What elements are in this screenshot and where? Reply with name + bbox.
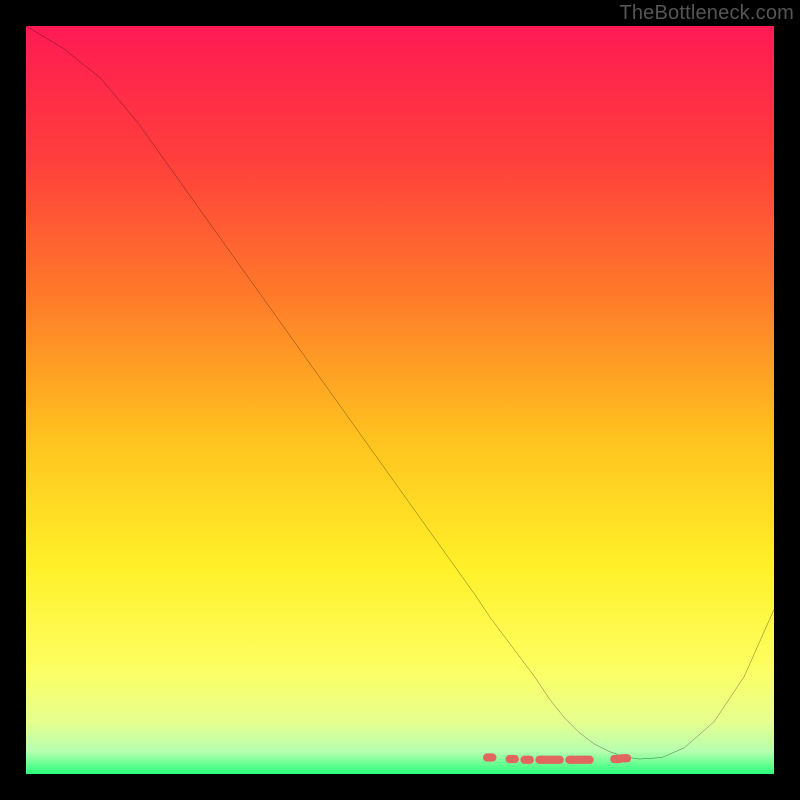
marker-dot [505,755,518,763]
marker-dot [618,754,631,762]
marker-dot [483,753,496,761]
watermark-label: TheBottleneck.com [619,2,794,25]
marker-dot [550,756,563,764]
marker-dot [580,756,593,764]
marker-dot [520,756,533,764]
gradient-background [26,26,774,774]
bottleneck-chart [26,26,774,774]
